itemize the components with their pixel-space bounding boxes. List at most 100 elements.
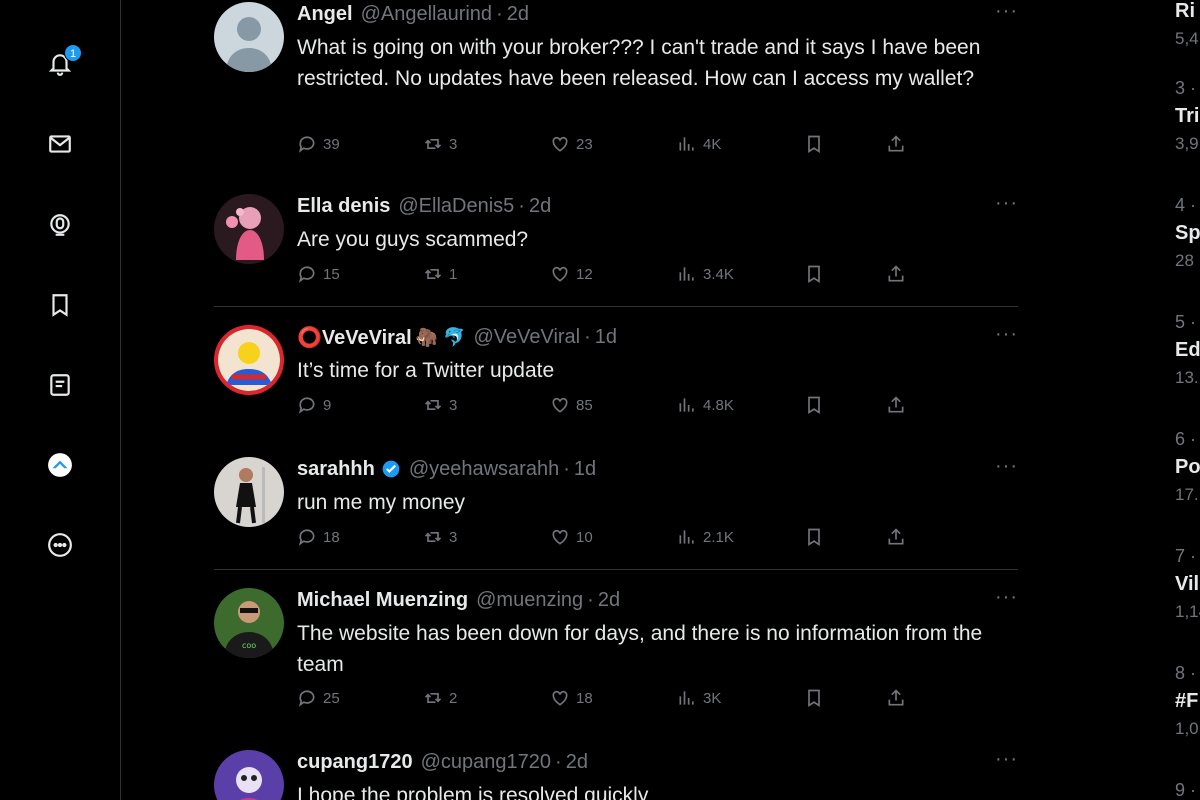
thread-divider bbox=[214, 306, 1018, 307]
repost-button[interactable]: 3 bbox=[423, 395, 457, 415]
messages-button[interactable] bbox=[40, 124, 80, 164]
reply-post[interactable]: cupang1720 @cupang1720 · 2d ··· I hope t… bbox=[214, 750, 1018, 800]
post-actions: 39 3 23 4K bbox=[297, 134, 917, 158]
bookmark-button[interactable] bbox=[804, 134, 830, 154]
avatar[interactable]: coo bbox=[214, 588, 284, 658]
more-options-icon[interactable]: ··· bbox=[995, 750, 1018, 771]
share-button[interactable] bbox=[886, 134, 912, 154]
reply-button[interactable]: 18 bbox=[297, 527, 340, 547]
trend-item[interactable]: 6 · Po 17.1 bbox=[1175, 429, 1200, 505]
more-options-icon[interactable]: ··· bbox=[995, 323, 1018, 346]
reply-icon bbox=[298, 266, 315, 283]
views-button[interactable]: 3.4K bbox=[677, 264, 734, 284]
avatar[interactable] bbox=[214, 194, 284, 264]
more-button[interactable] bbox=[40, 525, 80, 565]
post-time[interactable]: 2d bbox=[529, 195, 551, 218]
trend-item[interactable]: 4 · Sp 28 bbox=[1175, 195, 1200, 271]
post-text: run me my money bbox=[297, 491, 466, 514]
spaces-button[interactable] bbox=[40, 205, 80, 245]
view-count: 4K bbox=[703, 135, 722, 153]
like-button[interactable]: 23 bbox=[550, 134, 593, 154]
trend-item[interactable]: 7 · Vil 1,14 bbox=[1175, 546, 1200, 622]
post-time[interactable]: 2d bbox=[598, 589, 620, 612]
repost-icon bbox=[424, 532, 442, 542]
trend-item[interactable]: 9 · bbox=[1175, 780, 1196, 800]
verified-badge-icon bbox=[382, 460, 400, 478]
repost-button[interactable]: 1 bbox=[423, 264, 457, 284]
lists-button[interactable] bbox=[40, 365, 80, 405]
author-name[interactable]: cupang1720 bbox=[297, 751, 413, 774]
reply-post[interactable]: coo Michael Muenzing @muenzing · 2d ··· … bbox=[214, 586, 1018, 724]
reply-post[interactable]: Angel @Angellaurind · 2d ··· What is goi… bbox=[214, 0, 1018, 172]
share-button[interactable] bbox=[886, 688, 912, 708]
trend-item[interactable]: 8 · #F 1,0 bbox=[1175, 663, 1199, 739]
profile-photo bbox=[214, 750, 284, 800]
bookmark-button[interactable] bbox=[804, 264, 830, 284]
post-time[interactable]: 2d bbox=[507, 3, 529, 26]
reply-post[interactable]: ⭕VeVeViral 🦣 🐬 @VeVeViral · 1d ··· It’s … bbox=[214, 323, 1018, 429]
author-handle[interactable]: @Angellaurind bbox=[361, 3, 493, 26]
reply-post[interactable]: sarahhh @yeehawsarahh · 1d ··· run me my… bbox=[214, 455, 1018, 561]
like-button[interactable]: 12 bbox=[550, 264, 593, 284]
avatar[interactable] bbox=[214, 750, 284, 800]
bookmark-button[interactable] bbox=[804, 688, 830, 708]
author-name[interactable]: Ella denis bbox=[297, 195, 390, 218]
like-count: 85 bbox=[576, 396, 593, 414]
trend-item[interactable]: 5 · Ed 13. bbox=[1175, 312, 1200, 388]
heart-icon bbox=[552, 529, 568, 545]
reply-post[interactable]: Ella denis @EllaDenis5 · 2d ··· Are you … bbox=[214, 192, 1018, 298]
more-options-icon[interactable]: ··· bbox=[995, 455, 1018, 478]
svg-text:coo: coo bbox=[242, 641, 256, 650]
views-button[interactable]: 3K bbox=[677, 688, 721, 708]
like-button[interactable]: 18 bbox=[550, 688, 593, 708]
author-name[interactable]: ⭕VeVeViral bbox=[297, 325, 412, 350]
share-button[interactable] bbox=[886, 264, 912, 284]
bookmark-icon bbox=[808, 265, 820, 284]
repost-button[interactable]: 2 bbox=[423, 688, 457, 708]
author-handle[interactable]: @yeehawsarahh bbox=[409, 458, 559, 481]
avatar[interactable] bbox=[214, 325, 284, 395]
share-button[interactable] bbox=[886, 395, 912, 415]
author-handle[interactable]: @EllaDenis5 bbox=[398, 195, 514, 218]
views-chart-icon bbox=[679, 398, 694, 412]
views-button[interactable]: 2.1K bbox=[677, 527, 734, 547]
trend-item[interactable]: 3 · Tri 3,9 bbox=[1175, 78, 1199, 154]
left-navigation: 1 bbox=[0, 0, 121, 800]
author-name[interactable]: Angel bbox=[297, 3, 353, 26]
like-button[interactable]: 85 bbox=[550, 395, 593, 415]
repost-button[interactable]: 3 bbox=[423, 527, 457, 547]
author-handle[interactable]: @VeVeViral bbox=[473, 326, 580, 349]
avatar[interactable] bbox=[214, 457, 284, 527]
author-name[interactable]: sarahhh bbox=[297, 458, 375, 481]
reply-button[interactable]: 25 bbox=[297, 688, 340, 708]
author-handle[interactable]: @cupang1720 bbox=[421, 751, 551, 774]
trend-item[interactable]: Ri 5,4 bbox=[1175, 0, 1199, 49]
bookmarks-button[interactable] bbox=[40, 285, 80, 325]
views-button[interactable]: 4K bbox=[677, 134, 721, 154]
post-time[interactable]: 2d bbox=[566, 751, 588, 774]
reply-button[interactable]: 9 bbox=[297, 395, 331, 415]
avatar[interactable] bbox=[214, 2, 284, 72]
more-options-icon[interactable]: ··· bbox=[995, 192, 1018, 215]
post-time[interactable]: 1d bbox=[595, 326, 617, 349]
more-options-icon[interactable]: ··· bbox=[995, 586, 1018, 609]
notifications-button[interactable]: 1 bbox=[40, 44, 82, 84]
bookmark-button[interactable] bbox=[804, 527, 830, 547]
reply-button[interactable]: 39 bbox=[297, 134, 340, 154]
author-handle[interactable]: @muenzing bbox=[476, 589, 583, 612]
author-name[interactable]: Michael Muenzing bbox=[297, 589, 468, 612]
post-text: It’s time for a Twitter update bbox=[297, 359, 555, 382]
repost-button[interactable]: 3 bbox=[423, 134, 457, 154]
share-button[interactable] bbox=[886, 527, 912, 547]
bookmark-button[interactable] bbox=[804, 395, 830, 415]
trend-rank: 5 · bbox=[1175, 312, 1197, 332]
heart-icon bbox=[552, 266, 568, 282]
premium-button[interactable] bbox=[40, 445, 80, 485]
like-button[interactable]: 10 bbox=[550, 527, 593, 547]
post-actions: 15 1 12 3.4K bbox=[297, 264, 917, 288]
more-options-icon[interactable]: ··· bbox=[995, 0, 1018, 23]
views-button[interactable]: 4.8K bbox=[677, 395, 734, 415]
trend-title: #F bbox=[1175, 690, 1199, 712]
reply-button[interactable]: 15 bbox=[297, 264, 340, 284]
post-time[interactable]: 1d bbox=[574, 458, 596, 481]
